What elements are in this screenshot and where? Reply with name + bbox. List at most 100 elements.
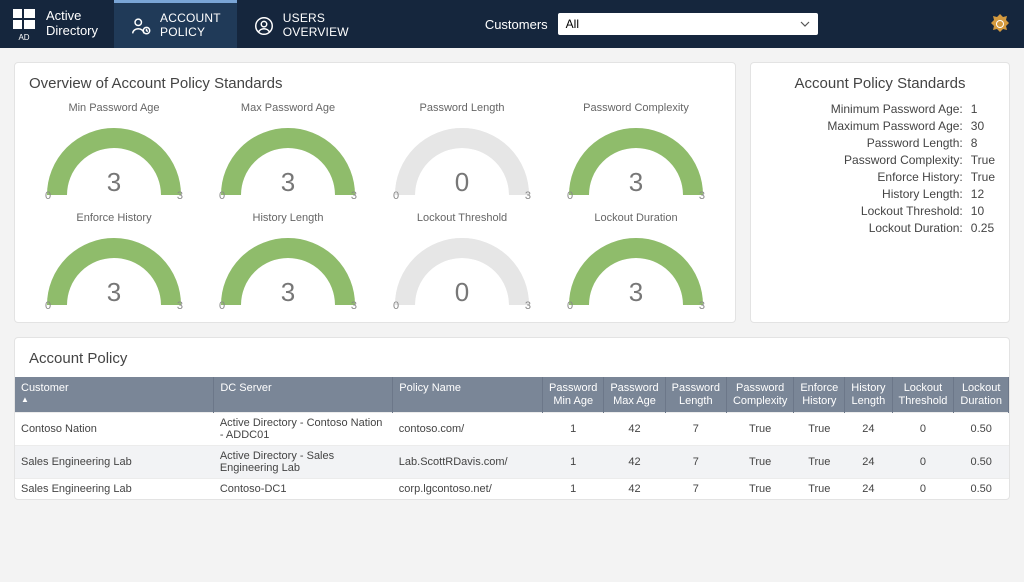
col-lock-dur[interactable]: LockoutDuration [954, 377, 1009, 413]
users-overview-icon [253, 15, 275, 37]
customers-filter: Customers All [485, 13, 818, 35]
cell-dc: Active Directory - Contoso Nation - ADDC… [214, 413, 393, 446]
gauge-0: Min Password Age 3 0 3 [29, 102, 199, 200]
gauge-value: 3 [39, 167, 189, 198]
l2: Max Age [610, 395, 658, 408]
gauge-3: Password Complexity 3 0 3 [551, 102, 721, 200]
gauge-label: Min Password Age [29, 102, 199, 114]
col-complexity[interactable]: PasswordComplexity [726, 377, 793, 413]
cell-lock-thr: 0 [892, 413, 954, 446]
l1: Enforce [800, 382, 838, 395]
col-histlen[interactable]: HistoryLength [845, 377, 892, 413]
brand-line2: Directory [46, 24, 98, 39]
col-policy[interactable]: Policy Name [393, 377, 543, 413]
standard-key: Password Length: [765, 136, 963, 150]
gauge-min: 0 [219, 190, 225, 202]
cell-max-age: 42 [604, 446, 665, 479]
tab-label: ACCOUNT POLICY [160, 12, 221, 40]
gauge-max: 3 [351, 300, 357, 312]
l1: Password [733, 382, 787, 395]
cell-lock-thr: 0 [892, 446, 954, 479]
l1: Lockout [899, 382, 948, 395]
l1: Password [549, 382, 597, 395]
customers-label: Customers [485, 17, 548, 32]
col-lock-thr[interactable]: LockoutThreshold [892, 377, 954, 413]
col-dc-server[interactable]: DC Server [214, 377, 393, 413]
cell-min-age: 1 [543, 479, 604, 500]
gauge-label: Lockout Threshold [377, 212, 547, 224]
cell-max-age: 42 [604, 413, 665, 446]
gauge-6: Lockout Threshold 0 0 3 [377, 212, 547, 310]
col-max-age[interactable]: PasswordMax Age [604, 377, 665, 413]
gauge-max: 3 [177, 300, 183, 312]
l1: Password [672, 382, 720, 395]
gauge-max: 3 [351, 190, 357, 202]
l2: History [800, 395, 838, 408]
standard-value: True [971, 153, 995, 167]
standard-key: Lockout Threshold: [765, 204, 963, 218]
col-label: Policy Name [399, 382, 461, 394]
cell-length: 7 [665, 413, 726, 446]
brand-text: Active Directory [46, 9, 98, 39]
table-row[interactable]: Contoso Nation Active Directory - Contos… [15, 413, 1009, 446]
brand: AD Active Directory [12, 7, 98, 42]
cell-enforce: True [794, 446, 845, 479]
customers-select[interactable]: All [558, 13, 818, 35]
account-policy-table: Customer ▲ DC Server Policy Name Passwor… [15, 377, 1009, 499]
gauge-min: 0 [393, 190, 399, 202]
tab-account-policy[interactable]: ACCOUNT POLICY [114, 0, 237, 48]
table-row[interactable]: Sales Engineering Lab Contoso-DC1 corp.l… [15, 479, 1009, 500]
standard-value: True [971, 170, 995, 184]
cell-policy: corp.lgcontoso.net/ [393, 479, 543, 500]
gauge-4: Enforce History 3 0 3 [29, 212, 199, 310]
table-row[interactable]: Sales Engineering Lab Active Directory -… [15, 446, 1009, 479]
gauge-label: Enforce History [29, 212, 199, 224]
l2: Length [851, 395, 885, 408]
gauge-value: 3 [561, 277, 711, 308]
nav-tabs: ACCOUNT POLICY USERS OVERVIEW [114, 0, 365, 48]
gauge-min: 0 [393, 300, 399, 312]
standard-value: 10 [971, 204, 995, 218]
gauge-max: 3 [525, 300, 531, 312]
col-label: Customer [21, 382, 69, 394]
gauge-min: 0 [219, 300, 225, 312]
gauge-min: 0 [45, 300, 51, 312]
col-length[interactable]: PasswordLength [665, 377, 726, 413]
gauge-arc: 3 0 3 [213, 120, 363, 200]
cell-dc: Contoso-DC1 [214, 479, 393, 500]
app-header: AD Active Directory ACCOUNT POLICY [0, 0, 1024, 48]
cell-enforce: True [794, 413, 845, 446]
table-title: Account Policy [15, 350, 1009, 377]
standard-value: 8 [971, 136, 995, 150]
tab-users-overview[interactable]: USERS OVERVIEW [237, 0, 365, 48]
gauge-1: Max Password Age 3 0 3 [203, 102, 373, 200]
cell-lock-dur: 0.50 [954, 479, 1009, 500]
cell-customer: Sales Engineering Lab [15, 479, 214, 500]
standard-value: 12 [971, 187, 995, 201]
cell-lock-thr: 0 [892, 479, 954, 500]
gauge-max: 3 [699, 190, 705, 202]
gauge-label: Password Complexity [551, 102, 721, 114]
col-customer[interactable]: Customer ▲ [15, 377, 214, 413]
l2: Duration [960, 395, 1002, 408]
col-enforce[interactable]: EnforceHistory [794, 377, 845, 413]
standard-key: Enforce History: [765, 170, 963, 184]
gauge-label: History Length [203, 212, 373, 224]
standard-value: 0.25 [971, 221, 995, 235]
gauge-5: History Length 3 0 3 [203, 212, 373, 310]
account-policy-icon [130, 15, 152, 37]
cell-min-age: 1 [543, 446, 604, 479]
gauge-label: Lockout Duration [551, 212, 721, 224]
cell-complexity: True [726, 479, 793, 500]
standard-value: 30 [971, 119, 995, 133]
brand-line1: Active [46, 9, 98, 24]
gauge-label: Max Password Age [203, 102, 373, 114]
cell-histlen: 24 [845, 446, 892, 479]
gauge-arc: 0 0 3 [387, 230, 537, 310]
gauge-value: 3 [213, 167, 363, 198]
gauge-value: 3 [561, 167, 711, 198]
standard-value: 1 [971, 102, 995, 116]
l2: Threshold [899, 395, 948, 408]
col-min-age[interactable]: PasswordMin Age [543, 377, 604, 413]
standards-card: Account Policy Standards Minimum Passwor… [750, 62, 1010, 323]
